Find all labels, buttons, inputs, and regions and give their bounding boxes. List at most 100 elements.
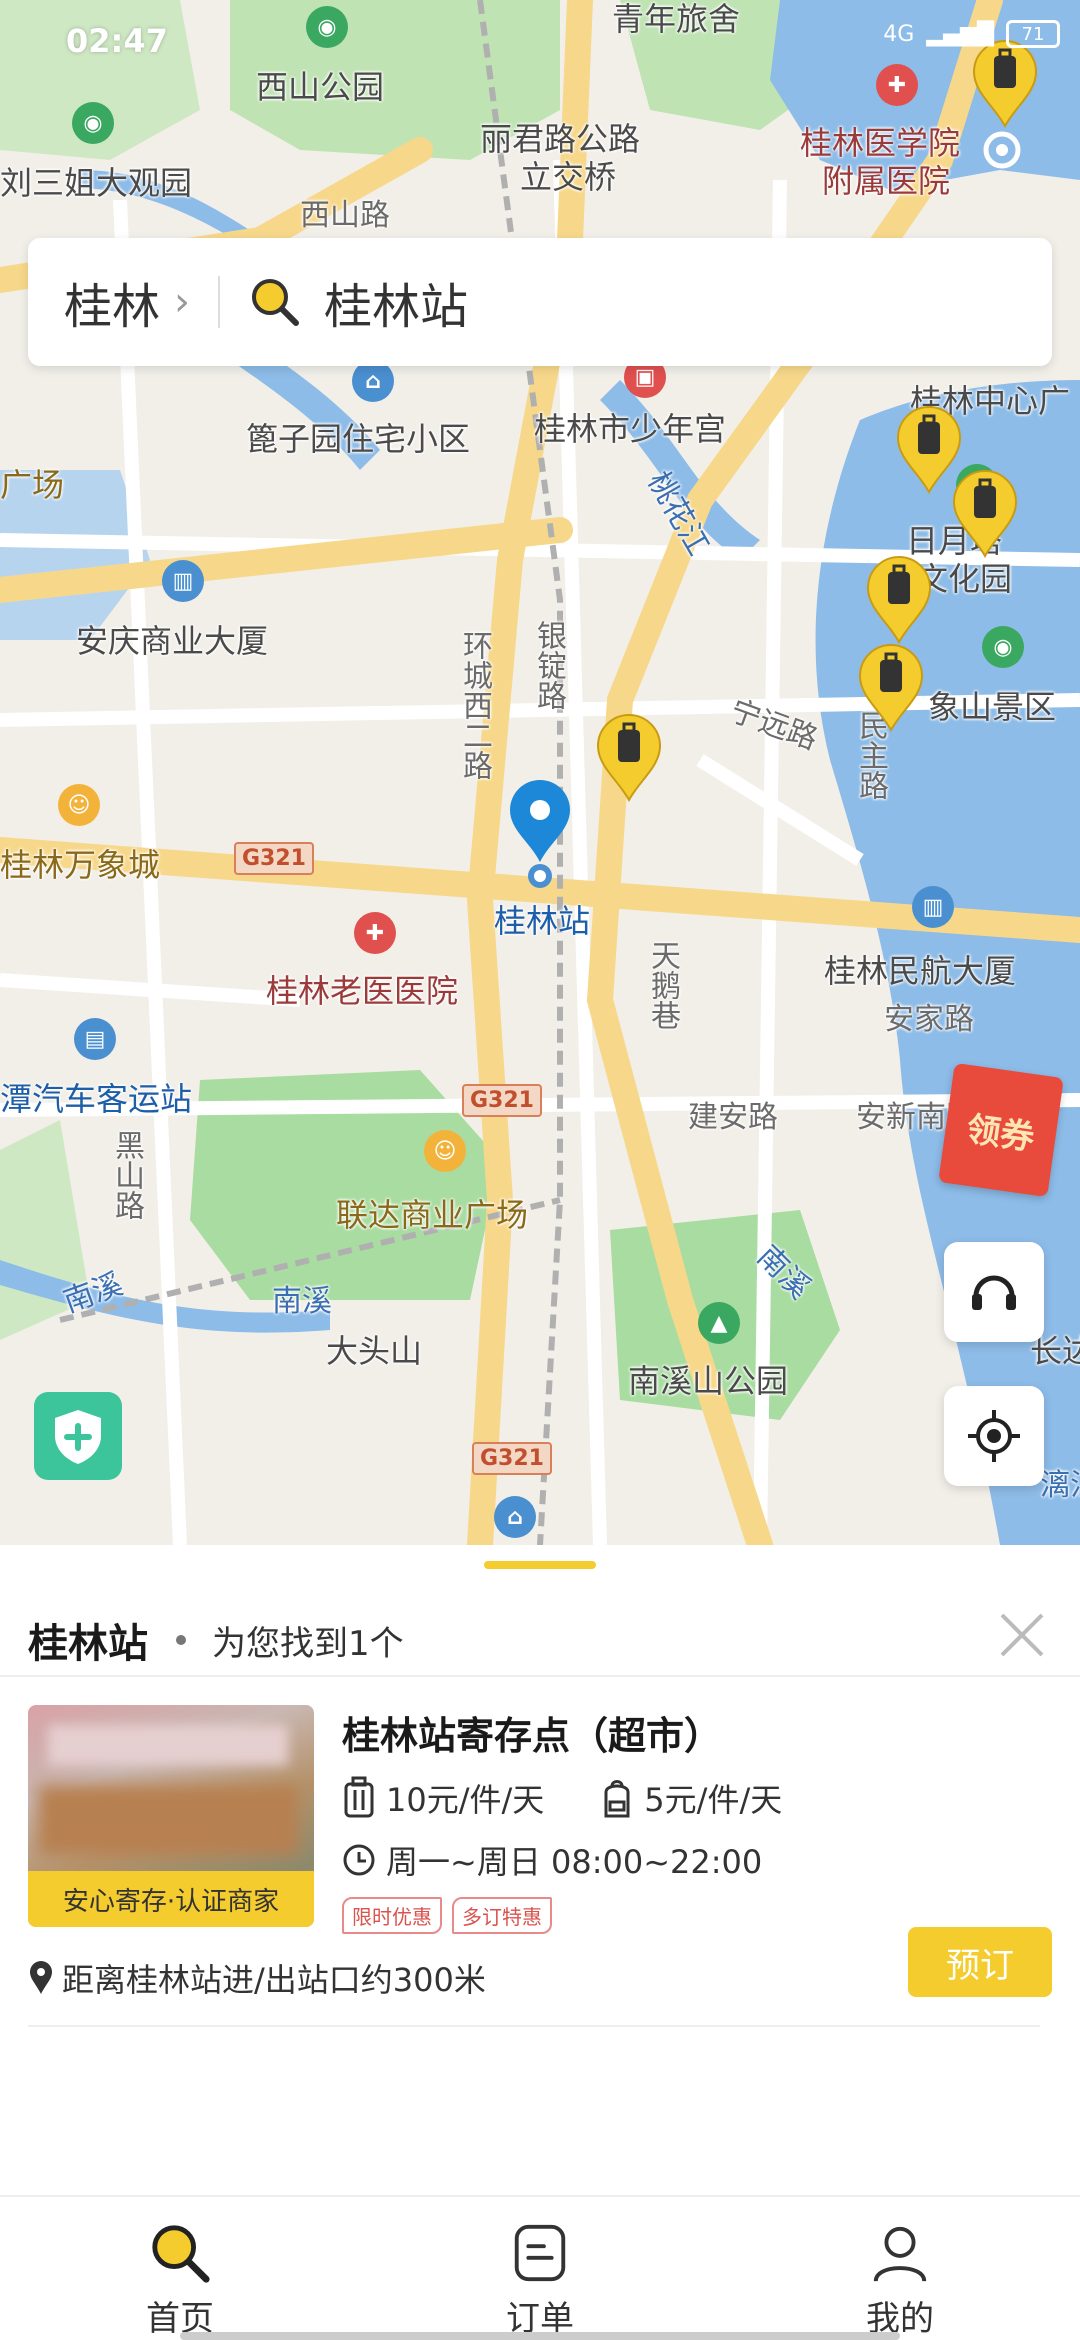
results-sheet: 桂林站 为您找到1个 安心寄存·认证商家 桂林站寄存点（超市） 10元/件/天 … [0, 1545, 1080, 2195]
search-bar[interactable]: 桂林 › 桂林站 [28, 238, 1052, 366]
camera-poi-icon: ◉ [982, 626, 1024, 668]
map-label-overpass: 立交桥 [520, 158, 617, 196]
headset-icon [972, 1275, 1016, 1310]
distance-row: 距离桂林站进/出站口约300米 [28, 1955, 486, 2001]
map-label-nanxi-park: 南溪山公园 [628, 1362, 789, 1400]
highway-shield-g321: G321 [234, 842, 314, 875]
map-label-heishan-road: 黑山路 [109, 1130, 144, 1220]
map-label-xishan-road: 西山路 [300, 198, 390, 233]
map-label-hostel: 青年旅舍 [612, 0, 741, 38]
map-label-jianan-road: 建安路 [688, 1100, 778, 1135]
tab-profile[interactable]: 我的 [720, 2197, 1080, 2340]
map-label-tiane-lane: 天鹅巷 [645, 940, 680, 1030]
camera-poi-icon: ◉ [72, 102, 114, 144]
coupon-label: 领券 [964, 1108, 1037, 1159]
map-label-yinding-road: 银锭路 [531, 620, 566, 710]
book-button[interactable]: 预订 [908, 1927, 1052, 1997]
map-label-bus-station: 潭汽车客运站 [0, 1080, 193, 1118]
locate-me-button[interactable] [944, 1386, 1044, 1486]
map-base [0, 0, 1080, 1545]
city-selector[interactable]: 桂林 [64, 267, 160, 337]
map-label-zhaiziyuan: 篦子园住宅小区 [246, 420, 471, 458]
price-row: 10元/件/天 5元/件/天 [342, 1775, 782, 1821]
safety-button[interactable] [34, 1392, 122, 1480]
search-icon [152, 2225, 210, 2283]
map-label-xiangshan: 象山景区 [928, 688, 1057, 726]
signal-icon: ▂▄▆█ [926, 21, 994, 47]
map-label-lianda: 联达商业广场 [336, 1196, 529, 1234]
shopping-poi-icon: ☺ [424, 1130, 466, 1172]
store-photo[interactable]: 安心寄存·认证商家 [28, 1705, 314, 1927]
map-label-nanxi-2: 南溪 [272, 1284, 332, 1319]
map-label-datou-mountain: 大头山 [326, 1332, 423, 1370]
tab-orders[interactable]: 订单 [360, 2197, 720, 2340]
storage-pin-icon[interactable] [596, 714, 662, 802]
hours-row: 周一~周日 08:00~22:00 [342, 1837, 762, 1883]
map-label-square: 广场 [0, 466, 65, 504]
result-count: 为您找到1个 [212, 1623, 404, 1664]
storage-pin-icon[interactable] [866, 556, 932, 644]
hospital-poi-icon: ✚ [876, 64, 918, 106]
office-poi-icon: ▥ [912, 886, 954, 928]
map-label-li-river: 漓江 [1040, 1468, 1080, 1503]
coupon-button[interactable]: 领券 [938, 1062, 1064, 1198]
crosshair-icon [968, 1410, 1020, 1462]
map-label-civil-aviation: 桂林民航大厦 [824, 952, 1017, 990]
divider [218, 276, 221, 328]
status-time: 02:47 [66, 22, 168, 60]
bus-poi-icon: ▤ [74, 1018, 116, 1060]
order-icon [514, 2224, 566, 2282]
divider [28, 2025, 1040, 2027]
map-label-anjia-road: 安家路 [884, 1002, 974, 1037]
drag-handle[interactable] [484, 1561, 596, 1569]
office-poi-icon: ▥ [162, 560, 204, 602]
distance-text: 距离桂林站进/出站口约300米 [62, 1961, 486, 1999]
search-input[interactable]: 桂林站 [324, 267, 468, 337]
status-icons: 4G ▂▄▆█ 71 [883, 20, 1060, 48]
bottom-tab-bar: 首页 订单 我的 [0, 2195, 1080, 2340]
map-label-liu-sanjie: 刘三姐大观园 [0, 164, 193, 202]
close-icon[interactable] [994, 1607, 1050, 1663]
map-label-anqing-building: 安庆商业大厦 [76, 622, 269, 660]
house-poi-icon: ⌂ [494, 1496, 536, 1538]
search-icon [252, 279, 300, 326]
location-pin-icon [30, 1961, 52, 1994]
camera-poi-icon: ◉ [306, 6, 348, 48]
highway-shield-g321-c: G321 [472, 1442, 552, 1475]
sheet-title: 桂林站 [28, 1621, 148, 1667]
price-small-bag: 5元/件/天 [644, 1781, 783, 1819]
promo-tag: 多订特惠 [452, 1897, 552, 1934]
store-name[interactable]: 桂林站寄存点（超市） [342, 1705, 722, 1760]
network-indicator: 4G [883, 21, 915, 47]
storage-pin-icon[interactable] [972, 40, 1038, 128]
separator-dot [176, 1635, 186, 1645]
profile-icon [873, 2226, 927, 2282]
opening-hours: 周一~周日 08:00~22:00 [386, 1843, 763, 1881]
highway-shield-g321-b: G321 [462, 1084, 542, 1117]
divider [0, 1675, 1080, 1677]
target-icon [983, 131, 1021, 169]
shopping-poi-icon: ☺ [58, 784, 100, 826]
map-view[interactable]: 西山公园 青年旅舍 丽君路公路 立交桥 西山路 刘三姐大观园 桂林医学院 附属医… [0, 0, 1080, 1545]
clock-icon [343, 1844, 375, 1876]
battery-icon: 71 [1006, 20, 1060, 48]
suitcase-icon [344, 1776, 374, 1818]
map-label-old-hospital: 桂林老医医院 [266, 972, 459, 1010]
station-pin-icon[interactable] [508, 780, 572, 888]
house-poi-icon: ⌂ [352, 360, 394, 402]
certified-badge: 安心寄存·认证商家 [28, 1871, 314, 1927]
tab-home[interactable]: 首页 [0, 2197, 360, 2340]
map-label-xishan-park: 西山公园 [256, 68, 385, 106]
storage-pin-icon[interactable] [858, 644, 924, 732]
map-label-huancheng-road: 环城西二路 [457, 630, 492, 780]
storage-pin-icon[interactable] [952, 470, 1018, 558]
customer-service-button[interactable] [944, 1242, 1044, 1342]
sheet-header: 桂林站 为您找到1个 [28, 1595, 404, 1685]
map-label-youth-palace: 桂林市少年宫 [534, 410, 727, 448]
tree-poi-icon: ▲ [698, 1302, 740, 1344]
map-label-wanxiang: 桂林万象城 [0, 846, 161, 884]
map-label-affiliated-hospital: 附属医院 [822, 162, 951, 200]
map-label-station: 桂林站 [494, 902, 591, 940]
shield-icon [55, 1410, 101, 1464]
chevron-right-icon[interactable]: › [174, 279, 190, 325]
